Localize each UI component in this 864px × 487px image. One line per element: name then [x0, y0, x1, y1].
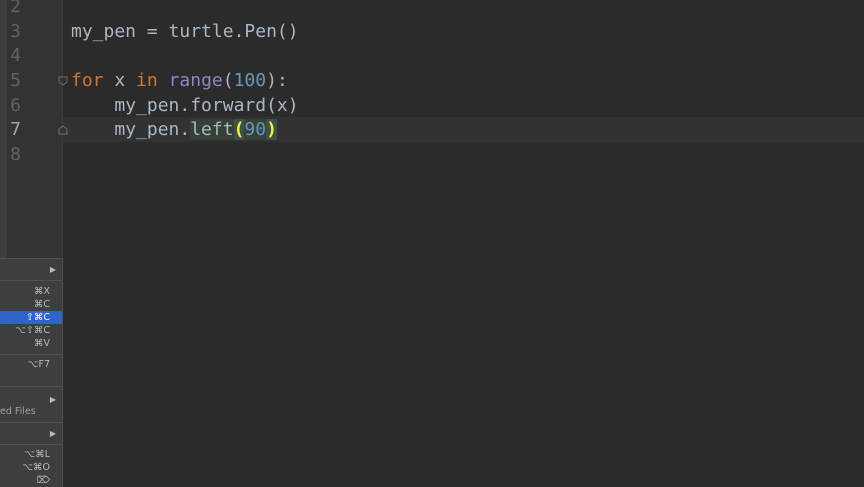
line-number: 2 [10, 0, 21, 17]
menu-separator [0, 444, 62, 445]
keyword-token: in [136, 70, 158, 91]
menu-item-find-usages[interactable]: ⌥F7 [0, 358, 62, 371]
fold-start-icon[interactable] [58, 76, 68, 86]
menu-separator [0, 386, 62, 387]
menu-shortcut: ⇧⌘C [25, 312, 50, 323]
line-number: 4 [10, 45, 21, 66]
code-line-5[interactable]: for x in range(100): [71, 68, 288, 93]
menu-separator [0, 354, 62, 355]
menu-separator [0, 280, 62, 281]
menu-item-copy[interactable]: ⌘C [0, 298, 62, 311]
method-token: left [190, 119, 234, 140]
matched-brace-close: ) [266, 119, 277, 140]
menu-shortcut: ⌥⌘O [22, 462, 50, 473]
menu-shortcut: ⌘C [33, 299, 50, 310]
menu-item-submenu[interactable]: ▶ [0, 263, 62, 276]
object-token: my_pen. [114, 95, 191, 116]
menu-shortcut: ⌥⇧⌘C [14, 325, 50, 336]
line-number: 5 [10, 70, 21, 91]
menu-shortcut: ⌦ [36, 475, 50, 486]
menu-item-optimize-imports[interactable]: ⌥⌘O [0, 461, 62, 474]
menu-item-submenu[interactable]: ▶ [0, 427, 62, 440]
menu-item-cut[interactable]: ⌘X [0, 285, 62, 298]
menu-item-copy-reference[interactable]: ⌥⇧⌘C [0, 324, 62, 337]
code-line-7[interactable]: my_pen.left(90) [71, 117, 277, 142]
call-token: turtle.Pen() [168, 21, 299, 42]
variable-token: my_pen [71, 21, 137, 42]
submenu-arrow-icon: ▶ [49, 265, 56, 274]
menu-label: ed Files [0, 406, 36, 417]
method-token: forward [190, 95, 267, 116]
line-number: 8 [10, 144, 21, 165]
menu-shortcut: ⌥⌘L [24, 449, 50, 460]
code-line-3[interactable]: my_pen = turtle.Pen() [71, 19, 299, 44]
submenu-arrow-icon: ▶ [49, 429, 56, 438]
variable-token: x [103, 70, 137, 91]
code-line-6[interactable]: my_pen.forward(x) [71, 93, 299, 118]
menu-shortcut: ⌘V [34, 338, 50, 349]
builtin-token: range [168, 70, 223, 91]
menu-shortcut: ⌥F7 [27, 359, 50, 370]
operator-token: = [136, 21, 169, 42]
menu-item-delete[interactable]: ⌦ [0, 474, 62, 487]
line-number-current: 7 [10, 119, 21, 140]
context-menu: ▶ ⌘X ⌘C ⇧⌘C ⌥⇧⌘C ⌘V ⌥F7 ▶ ed Files ▶ ⌥⌘L… [0, 258, 63, 487]
args-token: (x) [266, 95, 299, 116]
menu-item-reformat[interactable]: ⌥⌘L [0, 448, 62, 461]
line-number: 3 [10, 21, 21, 42]
menu-shortcut: ⌘X [33, 286, 50, 297]
menu-separator [0, 422, 62, 423]
fold-end-icon[interactable] [58, 125, 68, 135]
matched-brace-open: ( [233, 119, 245, 140]
line-number: 6 [10, 95, 21, 116]
paren-token: ( [222, 70, 234, 91]
keyword-token: for [71, 70, 104, 91]
menu-item-paste[interactable]: ⌘V [0, 337, 62, 350]
menu-item-copy-path[interactable]: ⇧⌘C [0, 311, 62, 324]
number-token: 100 [233, 70, 267, 91]
number-token: 90 [244, 119, 267, 140]
paren-token: ): [266, 70, 288, 91]
menu-item-related-files[interactable]: ed Files [0, 405, 62, 418]
object-token: my_pen. [114, 119, 191, 140]
